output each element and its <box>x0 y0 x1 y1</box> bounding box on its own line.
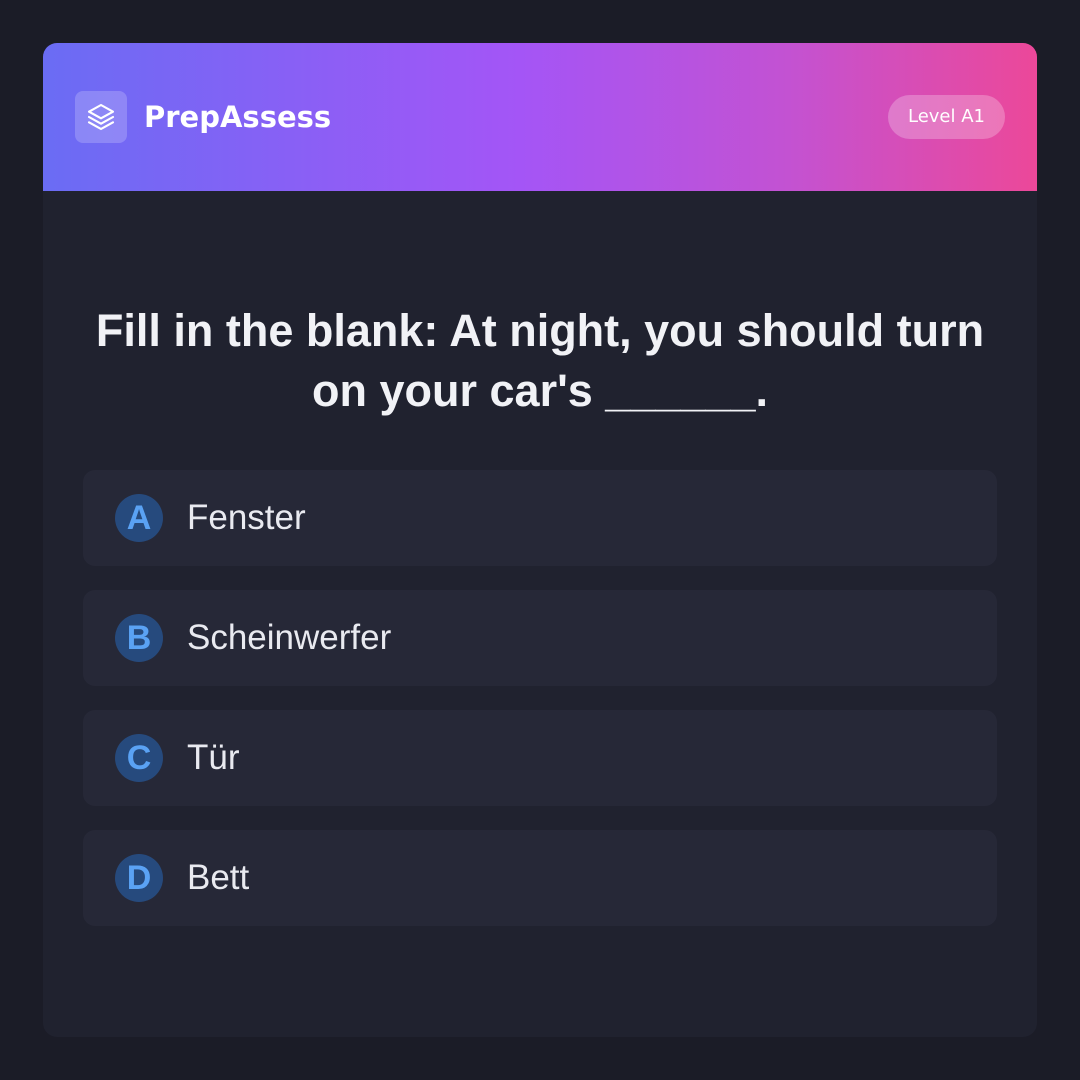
option-label: Tür <box>187 738 240 777</box>
header-bar: PrepAssess Level A1 <box>43 43 1037 191</box>
option-label: Fenster <box>187 498 306 537</box>
option-c[interactable]: C Tür <box>83 710 997 806</box>
option-d[interactable]: D Bett <box>83 830 997 926</box>
option-letter: C <box>115 734 163 782</box>
option-letter: A <box>115 494 163 542</box>
question-text: Fill in the blank: At night, you should … <box>95 305 985 416</box>
quiz-card: PrepAssess Level A1 Fill in the blank: A… <box>43 43 1037 1037</box>
option-b[interactable]: B Scheinwerfer <box>83 590 997 686</box>
level-badge: Level A1 <box>887 95 1005 139</box>
option-a[interactable]: A Fenster <box>83 470 997 566</box>
option-letter: D <box>115 854 163 902</box>
answer-options: A Fenster B Scheinwerfer C Tür D Bett <box>83 470 997 950</box>
option-label: Bett <box>187 858 250 897</box>
layers-icon <box>75 91 127 143</box>
option-label: Scheinwerfer <box>187 618 392 657</box>
app-name: PrepAssess <box>144 100 332 134</box>
option-letter: B <box>115 614 163 662</box>
